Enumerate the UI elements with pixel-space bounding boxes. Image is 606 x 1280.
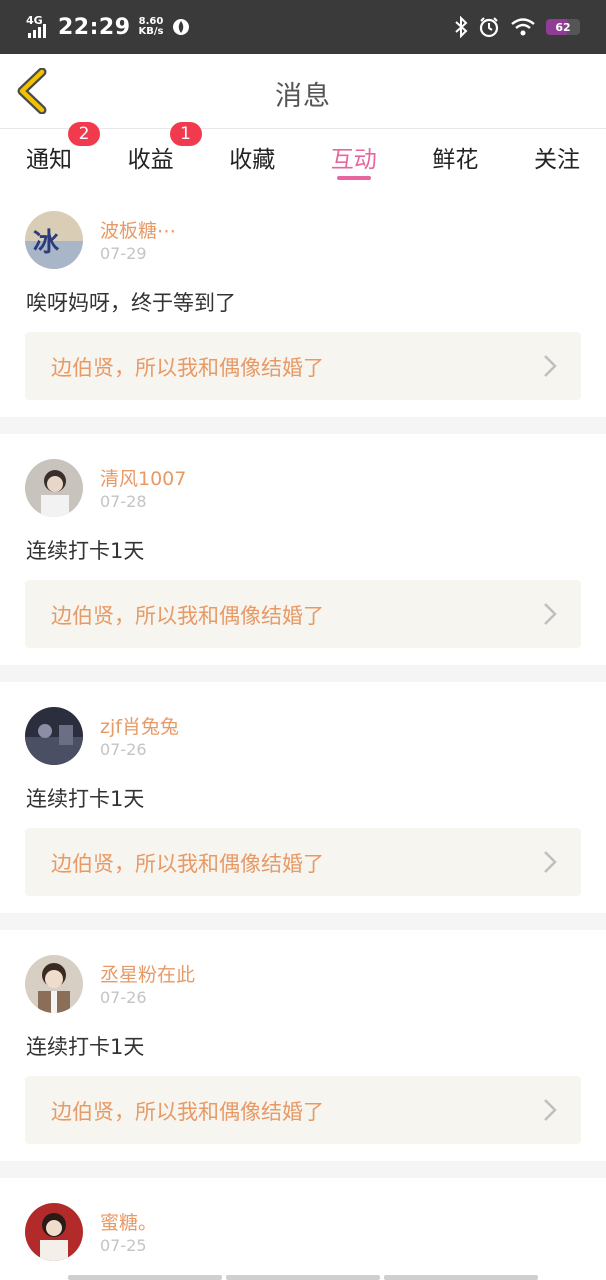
avatar[interactable] — [25, 955, 83, 1013]
referenced-work-title: 边伯贤，所以我和偶像结婚了 — [51, 852, 324, 876]
avatar[interactable] — [25, 459, 83, 517]
tab-label: 关注 — [533, 147, 580, 173]
message-date: 07-26 — [100, 988, 147, 1007]
message-date: 07-25 — [100, 1236, 147, 1255]
battery-level: 62 — [555, 20, 571, 34]
referenced-work[interactable]: 边伯贤，所以我和偶像结婚了 — [25, 1076, 581, 1144]
unread-badge: 2 — [68, 122, 100, 146]
message-date: 07-28 — [100, 492, 147, 511]
status-bar: 4G 22:29 8.60 KB/s 62 — [0, 0, 606, 54]
referenced-work[interactable]: 边伯贤，所以我和偶像结婚了 — [25, 828, 581, 896]
home-indicator — [68, 1275, 538, 1280]
app-header: 消息 — [0, 54, 606, 129]
alarm-icon — [479, 17, 499, 38]
avatar[interactable] — [25, 707, 83, 765]
speed-unit: KB/s — [138, 26, 164, 37]
referenced-work[interactable]: 边伯贤，所以我和偶像结婚了 — [25, 332, 581, 400]
status-time: 22:29 — [58, 14, 131, 40]
divider — [0, 913, 606, 930]
tab-label: 收益 — [127, 147, 174, 173]
referenced-work[interactable]: 边伯贤，所以我和偶像结婚了 — [25, 580, 581, 648]
chevron-right-icon — [544, 603, 557, 625]
username[interactable]: 丞星粉在此 — [100, 960, 195, 987]
message-list: 冰 波板糖⋯ 07-29 唉呀妈呀，终于等到了 边伯贤，所以我和偶像结婚了 清风… — [0, 186, 606, 1278]
tab-bar: 通知 2 收益 1 收藏 互动 鲜花 关注 — [0, 122, 606, 186]
comment-text: 连续打卡1天 — [26, 787, 145, 811]
tab-flowers[interactable]: 鲜花 — [430, 128, 480, 186]
message-date: 07-26 — [100, 740, 147, 759]
cellular-signal-icon: 4G — [26, 14, 50, 38]
comment-text: 唉呀妈呀，终于等到了 — [26, 291, 236, 315]
svg-text:冰: 冰 — [33, 228, 60, 258]
tab-notifications[interactable]: 通知 2 — [24, 122, 100, 186]
network-speed: 8.60 KB/s — [139, 17, 164, 37]
bluetooth-icon — [455, 16, 468, 38]
tab-favorites[interactable]: 收藏 — [227, 128, 277, 186]
message-card: zjf肖兔兔 07-26 连续打卡1天 边伯贤，所以我和偶像结婚了 — [0, 682, 606, 913]
username[interactable]: 清风1007 — [100, 464, 186, 491]
unread-badge: 1 — [169, 122, 202, 146]
referenced-work-title: 边伯贤，所以我和偶像结婚了 — [51, 1100, 324, 1124]
page-title: 消息 — [275, 81, 331, 112]
chevron-right-icon — [544, 851, 557, 873]
tab-interactions[interactable]: 互动 — [329, 128, 379, 186]
tab-label: 互动 — [330, 147, 377, 173]
divider — [0, 417, 606, 434]
tab-label: 鲜花 — [432, 147, 479, 173]
tab-label: 通知 — [26, 147, 72, 173]
referenced-work-title: 边伯贤，所以我和偶像结婚了 — [51, 604, 324, 628]
wifi-icon — [511, 18, 535, 36]
comment-text: 连续打卡1天 — [26, 539, 145, 563]
tab-earnings[interactable]: 收益 1 — [126, 122, 202, 186]
tab-following[interactable]: 关注 — [532, 128, 582, 186]
message-card: 清风1007 07-28 连续打卡1天 边伯贤，所以我和偶像结婚了 — [0, 434, 606, 665]
message-card: 丞星粉在此 07-26 连续打卡1天 边伯贤，所以我和偶像结婚了 — [0, 930, 606, 1161]
tab-label: 收藏 — [229, 147, 276, 173]
avatar[interactable]: 冰 — [25, 211, 83, 269]
username[interactable]: zjf肖兔兔 — [100, 712, 179, 739]
battery-icon: 62 — [546, 19, 580, 35]
divider — [0, 665, 606, 682]
username[interactable]: 波板糖⋯ — [100, 216, 176, 243]
username[interactable]: 蜜糖。 — [100, 1208, 157, 1235]
app-notification-icon — [172, 19, 189, 35]
chevron-right-icon — [544, 355, 557, 377]
message-card: 冰 波板糖⋯ 07-29 唉呀妈呀，终于等到了 边伯贤，所以我和偶像结婚了 — [0, 186, 606, 417]
chevron-right-icon — [544, 1099, 557, 1121]
message-card: 蜜糖。 07-25 — [0, 1178, 606, 1278]
divider — [0, 1161, 606, 1178]
avatar[interactable] — [25, 1203, 83, 1261]
message-date: 07-29 — [100, 244, 147, 263]
referenced-work-title: 边伯贤，所以我和偶像结婚了 — [51, 356, 324, 380]
comment-text: 连续打卡1天 — [26, 1035, 145, 1059]
